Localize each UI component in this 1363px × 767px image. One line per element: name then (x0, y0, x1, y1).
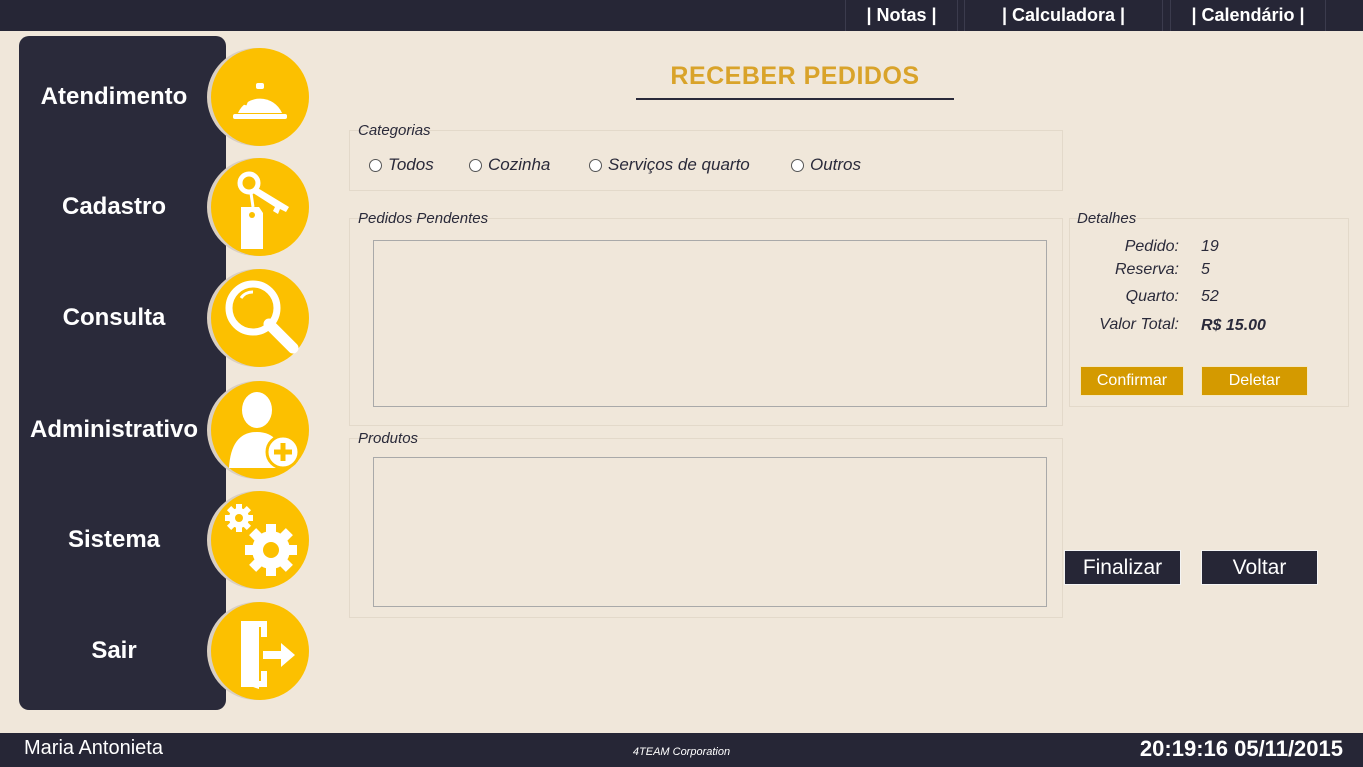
gears-icon (207, 491, 309, 589)
radio-todos[interactable]: Todos (369, 155, 434, 175)
status-bar: Maria Antonieta 4TEAM Corporation 20:19:… (0, 733, 1363, 767)
calculadora-tab[interactable]: | Calculadora | (964, 0, 1163, 31)
radio-circle[interactable] (589, 158, 602, 172)
add-user-icon (207, 381, 309, 479)
deletar-button[interactable]: Deletar (1201, 366, 1308, 396)
sidebar-item-label: Sistema (67, 526, 161, 553)
sidebar-item-cadastro[interactable]: Cadastro (19, 157, 311, 257)
radio-label: Cozinha (488, 155, 551, 174)
radio-outros[interactable]: Outros (791, 155, 861, 175)
sidebar-item-label: Sair (91, 637, 137, 664)
notas-tab[interactable]: | Notas | (845, 0, 958, 31)
categorias-label: Categorias (358, 122, 431, 139)
radio-circle[interactable] (369, 158, 382, 172)
voltar-button[interactable]: Voltar (1201, 550, 1318, 585)
radio-circle[interactable] (791, 158, 804, 172)
top-bar: | Notas | | Calculadora | | Calendário | (0, 0, 1363, 31)
radio-label: Todos (388, 155, 434, 174)
key-tag-icon (207, 158, 309, 256)
radio-label: Outros (810, 155, 862, 174)
radio-cozinha[interactable]: Cozinha (469, 155, 550, 175)
pedidos-pendentes-list[interactable] (373, 240, 1047, 407)
sidebar-item-label: Atendimento (40, 83, 188, 110)
service-bell-icon (207, 48, 309, 146)
sidebar-item-label: Consulta (62, 304, 166, 331)
reserva-label: Reserva: (1114, 261, 1179, 278)
confirmar-button[interactable]: Confirmar (1080, 366, 1184, 396)
pedido-label: Pedido: (1124, 238, 1179, 255)
quarto-label: Quarto: (1125, 288, 1179, 305)
datetime-display: 20:19:16 05/11/2015 (1139, 736, 1343, 761)
sidebar-item-sistema[interactable]: Sistema (19, 490, 311, 590)
valor-total-value: R$ 15.00 (1201, 317, 1266, 334)
finalizar-button[interactable]: Finalizar (1064, 550, 1181, 585)
sidebar-item-label: Cadastro (61, 193, 167, 220)
sidebar-item-label: Administrativo (29, 416, 199, 443)
sidebar-item-atendimento[interactable]: Atendimento (19, 47, 311, 147)
radio-circle[interactable] (469, 158, 482, 172)
valor-total-label: Valor Total: (1099, 316, 1179, 333)
detalhes-label: Detalhes (1077, 210, 1137, 227)
calendario-tab[interactable]: | Calendário | (1170, 0, 1326, 31)
magnifier-icon (207, 269, 309, 367)
exit-door-icon (207, 602, 309, 700)
produtos-list[interactable] (373, 457, 1047, 607)
sidebar-item-administrativo[interactable]: Administrativo (19, 380, 311, 480)
sidebar-item-consulta[interactable]: Consulta (19, 268, 311, 368)
radio-label: Serviços de quarto (608, 155, 750, 174)
radio-servicos-de-quarto[interactable]: Serviços de quarto (589, 155, 750, 175)
sidebar-item-sair[interactable]: Sair (19, 601, 311, 701)
pedido-value: 19 (1201, 238, 1219, 255)
reserva-value: 5 (1201, 261, 1210, 278)
produtos-label: Produtos (358, 430, 419, 447)
quarto-value: 52 (1201, 288, 1219, 305)
page-title: RECEBER PEDIDOS (636, 62, 954, 100)
pedidos-pendentes-label: Pedidos Pendentes (358, 210, 489, 227)
